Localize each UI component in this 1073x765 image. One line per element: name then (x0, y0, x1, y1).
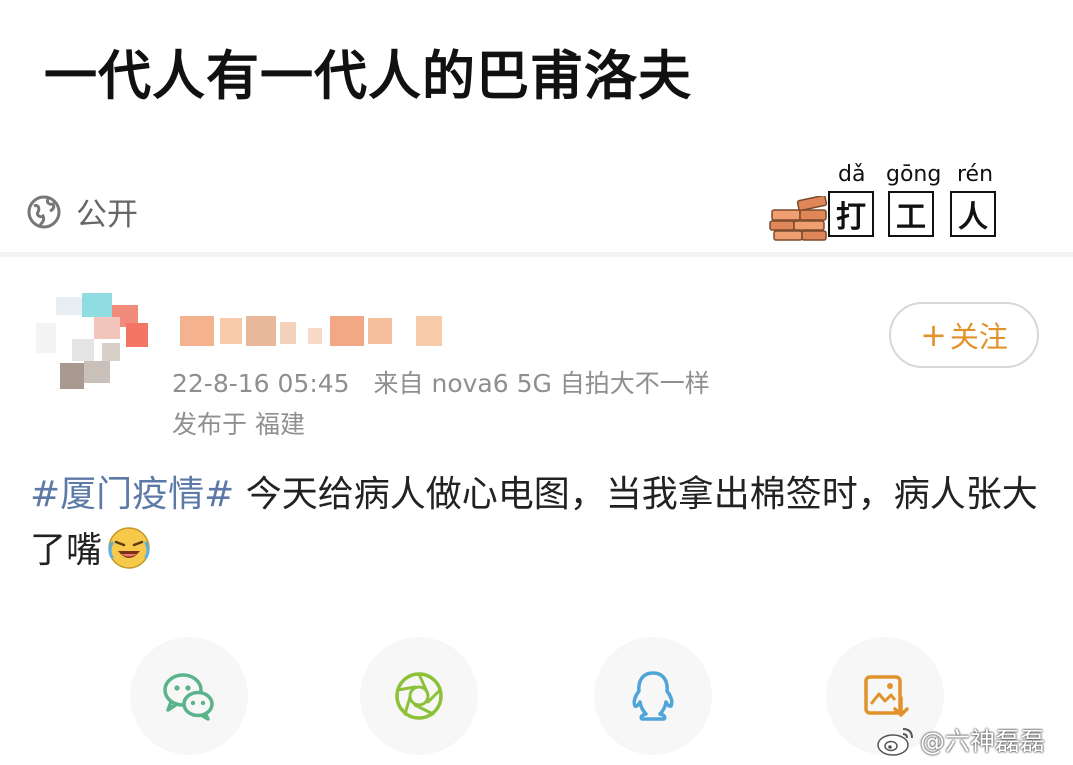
post-location: 发布于 福建 (172, 410, 305, 439)
dagongren-sticker: dǎ gōng rén 打 工 人 (768, 162, 1004, 246)
share-moments-button[interactable] (360, 637, 478, 755)
post-source: 来自 nova6 5G 自拍大不一样 (373, 369, 710, 398)
weibo-logo-icon (877, 728, 913, 756)
sticker-char-ren: 人 (950, 191, 996, 237)
follow-button[interactable]: + 关注 (889, 302, 1039, 368)
post-meta: 22-8-16 05:45 来自 nova6 5G 自拍大不一样 (172, 364, 710, 400)
hashtag-link[interactable]: #厦门疫情# (30, 474, 234, 515)
save-image-icon (864, 675, 909, 717)
laugh-cry-emoji-icon (108, 527, 150, 569)
sticker-char-gong: 工 (888, 191, 934, 237)
plus-icon: + (920, 316, 947, 354)
visibility-label: 公开 (76, 197, 138, 233)
share-qq-button[interactable] (594, 637, 712, 755)
post-timestamp: 22-8-16 05:45 (172, 369, 350, 398)
qq-icon (632, 671, 674, 721)
page-title: 一代人有一代人的巴甫洛夫 (44, 46, 692, 107)
pinyin-ren: rén (957, 162, 994, 187)
moments-icon (395, 672, 443, 720)
wechat-icon (163, 673, 214, 721)
username[interactable] (180, 314, 450, 348)
brick-wall-icon (769, 196, 828, 241)
follow-button-label: 关注 (949, 320, 1008, 354)
pinyin-gong: gōng (886, 162, 942, 187)
post-body: #厦门疫情# 今天给病人做心电图，当我拿出棉签时，病人张大了嘴 (30, 467, 1050, 579)
globe-icon (27, 195, 61, 228)
visibility-selector[interactable]: 公开 (26, 189, 138, 234)
pinyin-da: dǎ (838, 162, 866, 187)
weibo-post-card: + 关注 22-8-16 05:45 来自 nova6 5G 自拍大不一样 发布… (0, 257, 1073, 765)
avatar[interactable] (36, 283, 154, 401)
share-wechat-button[interactable] (130, 637, 248, 755)
watermark: @六神磊磊 (876, 722, 1045, 758)
sticker-char-da: 打 (828, 191, 874, 237)
post-preview-header: 一代人有一代人的巴甫洛夫 公开 dǎ gōng rén 打 工 人 (0, 0, 1073, 252)
watermark-text: @六神磊磊 (920, 727, 1046, 756)
